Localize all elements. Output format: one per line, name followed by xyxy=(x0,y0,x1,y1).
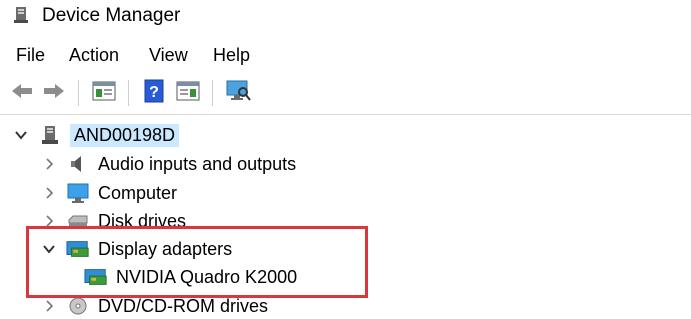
menu-view[interactable]: View xyxy=(147,44,190,67)
title-bar: Device Manager xyxy=(0,0,691,34)
chevron-down-icon[interactable] xyxy=(12,126,30,144)
disk-drive-icon xyxy=(66,211,90,231)
tree-item-display-adapters[interactable]: Display adapters xyxy=(40,236,232,262)
tree-item-disk-drives[interactable]: Disk drives xyxy=(40,208,186,234)
device-manager-icon xyxy=(12,5,32,25)
tree-root-item[interactable]: AND00198D xyxy=(12,122,180,148)
tree-item-label: NVIDIA Quadro K2000 xyxy=(116,266,298,287)
properties-button[interactable] xyxy=(174,80,202,106)
tree-item-label: Display adapters xyxy=(98,238,233,259)
menu-help[interactable]: Help xyxy=(211,44,252,67)
scan-hardware-changes-icon xyxy=(225,79,251,108)
forward-button[interactable] xyxy=(40,80,68,106)
tree-item-label: Disk drives xyxy=(98,210,187,231)
chevron-down-icon[interactable] xyxy=(40,240,58,258)
display-adapter-icon xyxy=(84,267,108,287)
help-icon: ? xyxy=(143,79,165,108)
toolbar-separator xyxy=(212,80,213,106)
forward-arrow-icon xyxy=(42,81,66,106)
scan-hardware-changes-button[interactable] xyxy=(224,80,252,106)
toolbar-separator xyxy=(78,80,79,106)
properties-icon xyxy=(176,80,200,107)
menu-action[interactable]: Action xyxy=(67,44,121,67)
tree-root-label: AND00198D xyxy=(70,123,180,147)
tree-item-computer[interactable]: Computer xyxy=(40,180,177,206)
computer-tower-icon xyxy=(38,125,62,145)
monitor-icon xyxy=(66,183,90,203)
window-title: Device Manager xyxy=(42,5,181,26)
display-adapter-icon xyxy=(66,239,90,259)
chevron-right-icon[interactable] xyxy=(40,184,58,202)
chevron-right-icon[interactable] xyxy=(40,212,58,230)
tree-item-dvd-drives[interactable]: DVD/CD-ROM drives xyxy=(40,293,268,319)
tree-item-label: DVD/CD-ROM drives xyxy=(98,295,269,316)
show-hide-console-tree-button[interactable] xyxy=(90,80,118,106)
menu-bar: File Action View Help xyxy=(0,44,691,70)
tree-item-label: Audio inputs and outputs xyxy=(98,153,297,174)
back-button[interactable] xyxy=(8,80,36,106)
chevron-right-icon[interactable] xyxy=(40,297,58,315)
toolbar: ? xyxy=(0,74,691,115)
speaker-icon xyxy=(66,154,90,174)
back-arrow-icon xyxy=(10,81,34,106)
chevron-right-icon[interactable] xyxy=(40,155,58,173)
dvd-drive-icon xyxy=(66,296,90,316)
show-hide-console-tree-icon xyxy=(92,80,116,107)
tree-item-audio[interactable]: Audio inputs and outputs xyxy=(40,151,296,177)
tree-item-nvidia-quadro[interactable]: NVIDIA Quadro K2000 xyxy=(76,264,297,290)
tree-item-label: Computer xyxy=(98,182,178,203)
help-button[interactable]: ? xyxy=(140,79,168,108)
toolbar-separator xyxy=(128,80,129,106)
menu-file[interactable]: File xyxy=(14,44,47,67)
svg-text:?: ? xyxy=(149,84,159,101)
